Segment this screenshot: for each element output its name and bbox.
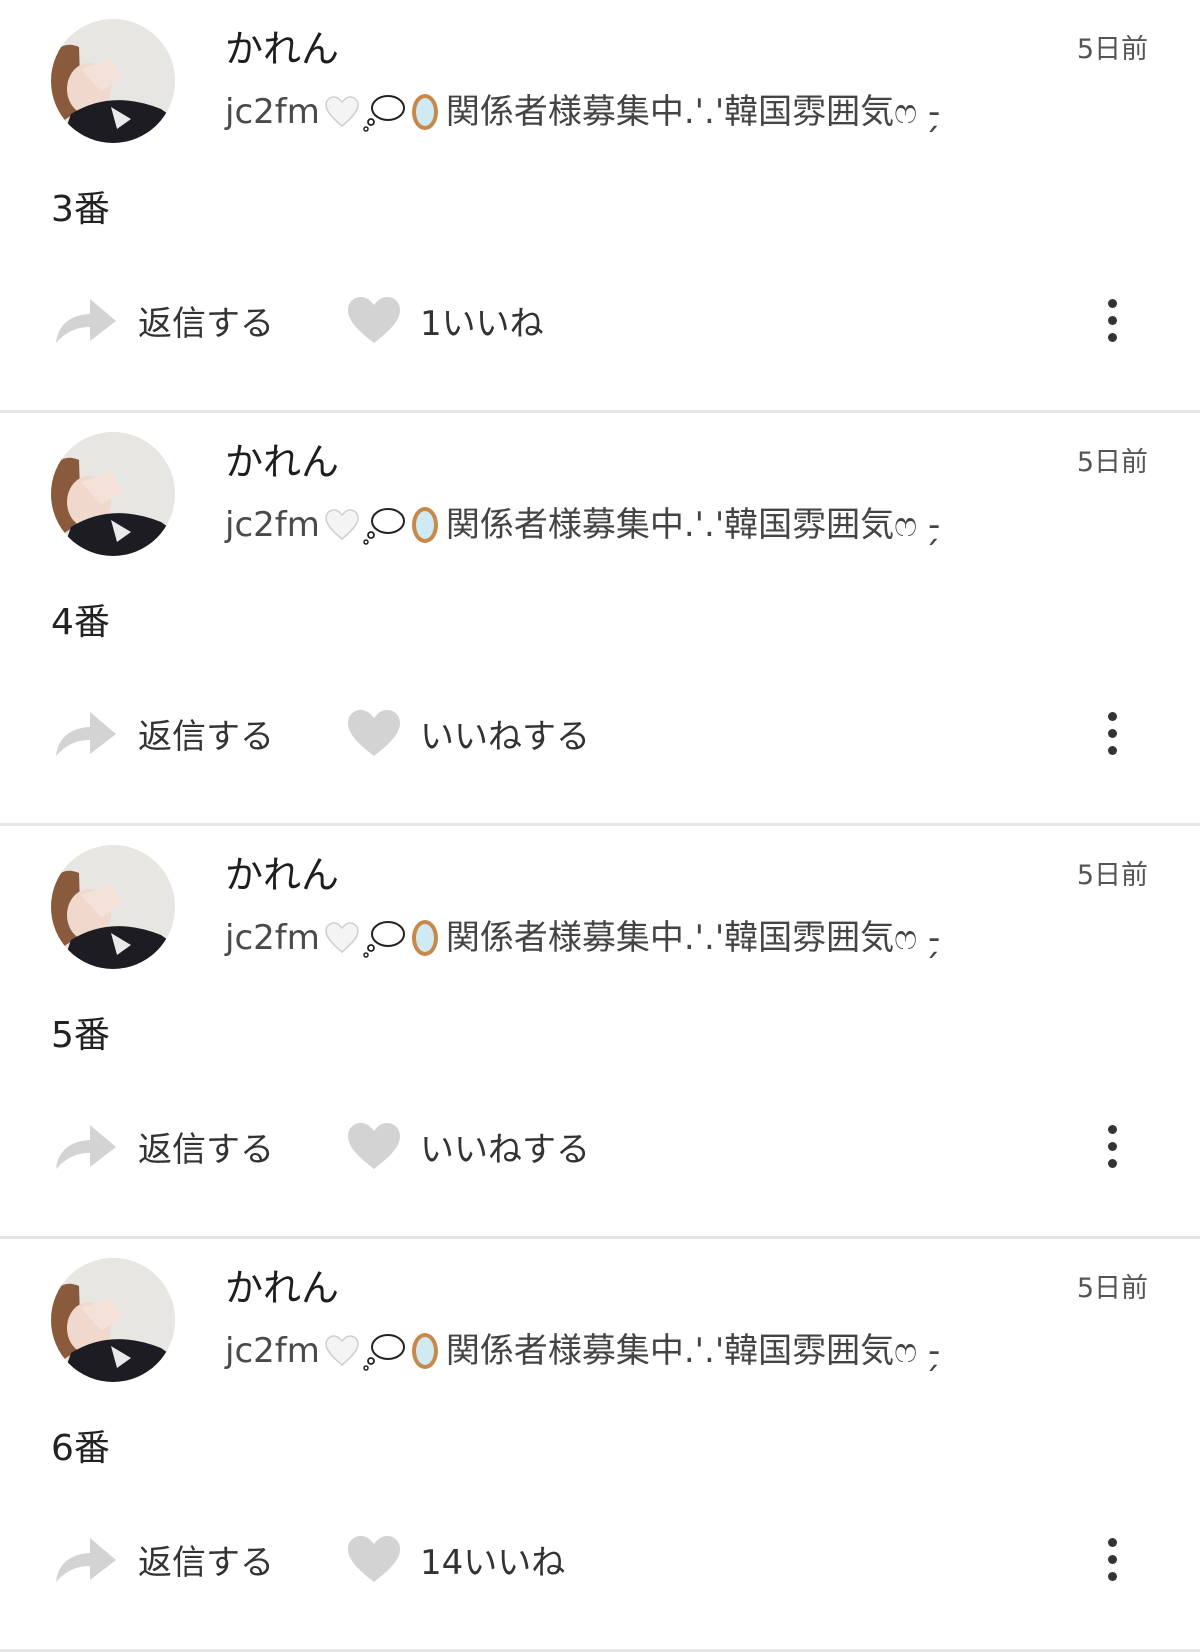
user-bio: jc2fm 関係者様募集中.'.'韓国雰囲気ෆ -̗ (225, 1327, 940, 1375)
reply-button[interactable]: 返信する (54, 290, 274, 350)
timestamp: 5日前 (1076, 860, 1148, 891)
timestamp: 5日前 (1076, 1273, 1148, 1304)
heart-icon (348, 1536, 400, 1582)
heart-icon (348, 710, 400, 756)
more-options-button[interactable] (1096, 1529, 1128, 1589)
mirror-icon (411, 94, 438, 130)
more-options-button[interactable] (1096, 1116, 1128, 1176)
like-button[interactable]: 14いいね (346, 1529, 565, 1589)
username[interactable]: かれん (225, 24, 339, 74)
bio-id: jc2fm (225, 92, 320, 132)
white-heart-icon (325, 922, 359, 953)
timestamp: 5日前 (1076, 447, 1148, 478)
heart-icon (348, 1123, 400, 1169)
like-label: いいねする (420, 716, 590, 757)
like-label: 1いいね (420, 303, 544, 344)
avatar[interactable] (51, 432, 175, 556)
mirror-icon (411, 920, 438, 956)
comment-text: 5番 (51, 1015, 110, 1056)
action-row: 返信する 14いいね (0, 1529, 1200, 1589)
bio-text: 関係者様募集中.'.'韓国雰囲気ෆ -̗ (445, 92, 941, 132)
vertical-ellipsis-icon (1107, 1124, 1117, 1134)
like-button[interactable]: いいねする (346, 1116, 590, 1176)
avatar[interactable] (51, 19, 175, 143)
thought-bubble-icon (363, 508, 405, 545)
user-bio: jc2fm 関係者様募集中.'.'韓国雰囲気ෆ -̗ (225, 88, 940, 136)
mirror-icon (411, 507, 438, 543)
comment-item: かれん jc2fm 関係者様募集中.'.'韓国雰囲気ෆ -̗ 5日前 6番 返信… (0, 1239, 1200, 1652)
comment-text: 6番 (51, 1428, 110, 1469)
like-label: 14いいね (420, 1542, 566, 1583)
comment-item: かれん jc2fm 関係者様募集中.'.'韓国雰囲気ෆ -̗ 5日前 4番 返信… (0, 413, 1200, 826)
reply-label: 返信する (138, 1542, 274, 1583)
reply-arrow-icon (56, 1125, 116, 1169)
like-button[interactable]: 1いいね (346, 290, 544, 350)
more-options-button[interactable] (1096, 290, 1128, 350)
reply-label: 返信する (138, 716, 274, 757)
white-heart-icon (325, 509, 359, 540)
reply-button[interactable]: 返信する (54, 1116, 274, 1176)
comment-feed: かれん jc2fm 関係者様募集中.'.'韓国雰囲気ෆ -̗ 5日前 3番 返信… (0, 0, 1200, 1652)
more-options-button[interactable] (1096, 703, 1128, 763)
vertical-ellipsis-icon (1107, 298, 1117, 308)
user-bio: jc2fm 関係者様募集中.'.'韓国雰囲気ෆ -̗ (225, 501, 940, 549)
avatar[interactable] (51, 1258, 175, 1382)
user-bio: jc2fm 関係者様募集中.'.'韓国雰囲気ෆ -̗ (225, 914, 940, 962)
bio-text: 関係者様募集中.'.'韓国雰囲気ෆ -̗ (445, 918, 941, 958)
bio-text: 関係者様募集中.'.'韓国雰囲気ෆ -̗ (445, 1331, 941, 1371)
comment-item: かれん jc2fm 関係者様募集中.'.'韓国雰囲気ෆ -̗ 5日前 5番 返信… (0, 826, 1200, 1239)
thought-bubble-icon (363, 1334, 405, 1371)
reply-arrow-icon (56, 712, 116, 756)
bio-id: jc2fm (225, 505, 320, 545)
timestamp: 5日前 (1076, 34, 1148, 65)
comment-item: かれん jc2fm 関係者様募集中.'.'韓国雰囲気ෆ -̗ 5日前 3番 返信… (0, 0, 1200, 413)
reply-arrow-icon (56, 299, 116, 343)
vertical-ellipsis-icon (1107, 1537, 1117, 1547)
username[interactable]: かれん (225, 437, 339, 487)
white-heart-icon (325, 1335, 359, 1366)
username[interactable]: かれん (225, 1263, 339, 1313)
thought-bubble-icon (363, 921, 405, 958)
comment-text: 4番 (51, 602, 110, 643)
reply-label: 返信する (138, 303, 274, 344)
reply-arrow-icon (56, 1538, 116, 1582)
username[interactable]: かれん (225, 850, 339, 900)
vertical-ellipsis-icon (1107, 711, 1117, 721)
white-heart-icon (325, 96, 359, 127)
reply-button[interactable]: 返信する (54, 1529, 274, 1589)
mirror-icon (411, 1333, 438, 1369)
reply-label: 返信する (138, 1129, 274, 1170)
avatar[interactable] (51, 845, 175, 969)
thought-bubble-icon (363, 95, 405, 132)
bio-text: 関係者様募集中.'.'韓国雰囲気ෆ -̗ (445, 505, 941, 545)
like-button[interactable]: いいねする (346, 703, 590, 763)
action-row: 返信する いいねする (0, 1116, 1200, 1176)
comment-text: 3番 (51, 189, 110, 230)
bio-id: jc2fm (225, 1331, 320, 1371)
reply-button[interactable]: 返信する (54, 703, 274, 763)
action-row: 返信する 1いいね (0, 290, 1200, 350)
bio-id: jc2fm (225, 918, 320, 958)
action-row: 返信する いいねする (0, 703, 1200, 763)
like-label: いいねする (420, 1129, 590, 1170)
heart-icon (348, 297, 400, 343)
